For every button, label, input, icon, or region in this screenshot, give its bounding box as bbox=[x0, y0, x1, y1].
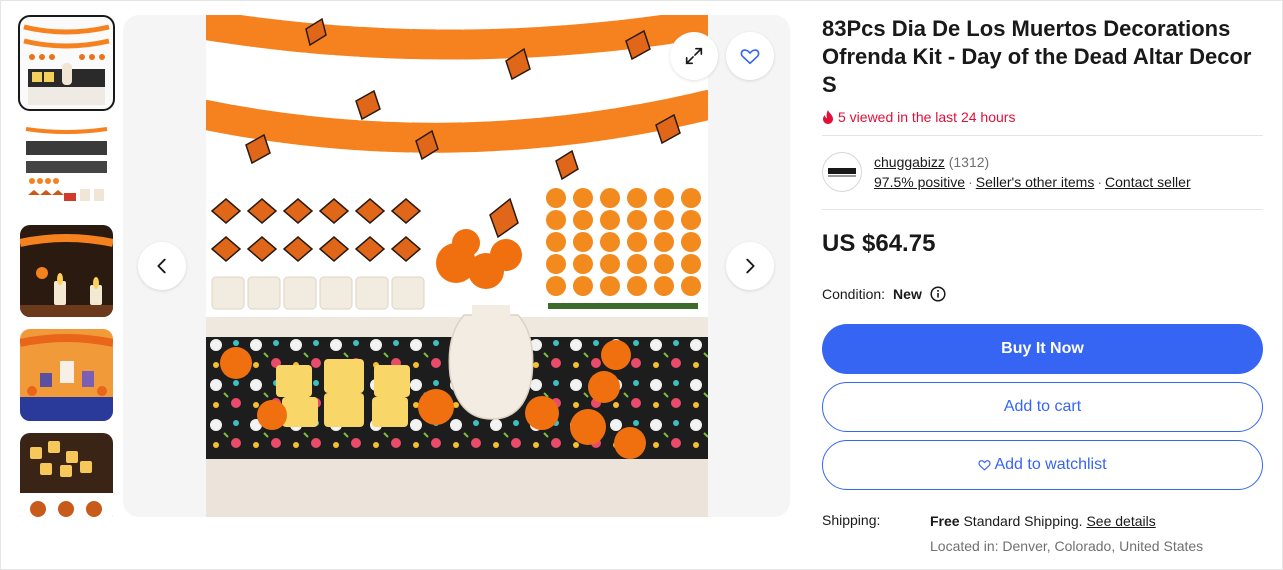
main-image-viewer[interactable] bbox=[123, 15, 790, 517]
shipping-value: Free Standard Shipping. See details Loca… bbox=[930, 512, 1203, 555]
heart-icon bbox=[740, 49, 760, 65]
thumbnail-2-image bbox=[20, 121, 113, 213]
chevron-left-icon bbox=[157, 258, 166, 274]
thumbnail-3-image bbox=[20, 225, 113, 317]
listing-details-panel: 83Pcs Dia De Los Muertos Decorations Ofr… bbox=[822, 15, 1263, 555]
seller-name-link[interactable]: chuggabizz bbox=[874, 154, 945, 170]
thumbnail-4[interactable] bbox=[20, 329, 113, 421]
see-details-link[interactable]: See details bbox=[1086, 513, 1155, 529]
seller-avatar[interactable] bbox=[822, 152, 862, 192]
shipping-method: Standard Shipping. bbox=[959, 513, 1087, 529]
thumbnail-1-image bbox=[20, 17, 113, 109]
views-indicator: 5 viewed in the last 24 hours bbox=[822, 109, 1263, 125]
condition-value: New bbox=[893, 286, 922, 302]
views-text: 5 viewed in the last 24 hours bbox=[838, 109, 1016, 125]
expand-button[interactable] bbox=[670, 32, 718, 80]
condition-label: Condition: bbox=[822, 286, 886, 302]
shipping-free: Free bbox=[930, 513, 960, 529]
contact-seller-link[interactable]: Contact seller bbox=[1105, 174, 1191, 190]
seller-logo-image bbox=[828, 168, 856, 177]
price: US $64.75 bbox=[822, 230, 936, 257]
watch-heart-button[interactable] bbox=[726, 32, 774, 80]
separator-dot: · bbox=[968, 174, 973, 190]
thumbnail-5[interactable] bbox=[20, 433, 113, 517]
thumbnail-strip[interactable] bbox=[18, 15, 115, 517]
next-image-button[interactable] bbox=[726, 242, 774, 290]
seller-feedback-count: (1312) bbox=[948, 154, 990, 170]
thumbnail-1[interactable] bbox=[18, 15, 115, 111]
separator-dot: · bbox=[1097, 174, 1103, 190]
add-to-cart-button[interactable]: Add to cart bbox=[822, 382, 1263, 432]
heart-icon bbox=[978, 460, 992, 471]
info-icon[interactable] bbox=[930, 286, 946, 302]
condition-row: Condition: New bbox=[822, 286, 1263, 302]
item-location: Located in: Denver, Colorado, United Sta… bbox=[930, 538, 1204, 554]
seller-other-items-link[interactable]: Seller's other items bbox=[976, 174, 1095, 190]
shipping-row: Shipping: Free Standard Shipping. See de… bbox=[822, 512, 1263, 555]
previous-image-button[interactable] bbox=[138, 242, 186, 290]
thumbnail-3[interactable] bbox=[20, 225, 113, 317]
add-to-watchlist-button[interactable]: Add to watchlist bbox=[822, 440, 1263, 490]
product-photo bbox=[206, 15, 708, 517]
expand-icon bbox=[685, 47, 703, 65]
shipping-label: Shipping: bbox=[822, 512, 881, 528]
seller-positive-link[interactable]: 97.5% positive bbox=[874, 174, 965, 190]
flame-icon bbox=[823, 110, 833, 124]
seller-info: chuggabizz (1312) 97.5% positive · Seller'… bbox=[874, 152, 1191, 192]
thumbnail-2[interactable] bbox=[20, 121, 113, 213]
add-to-watchlist-label: Add to watchlist bbox=[994, 456, 1107, 473]
listing-title: 83Pcs Dia De Los Muertos Decorations Ofr… bbox=[822, 16, 1252, 97]
divider bbox=[822, 209, 1263, 210]
chevron-right-icon bbox=[746, 258, 755, 274]
seller-card: chuggabizz (1312) 97.5% positive · Seller'… bbox=[822, 136, 1263, 209]
buy-it-now-button[interactable]: Buy It Now bbox=[822, 324, 1263, 374]
thumbnail-4-image bbox=[20, 329, 113, 421]
thumbnail-5-image bbox=[20, 433, 113, 517]
